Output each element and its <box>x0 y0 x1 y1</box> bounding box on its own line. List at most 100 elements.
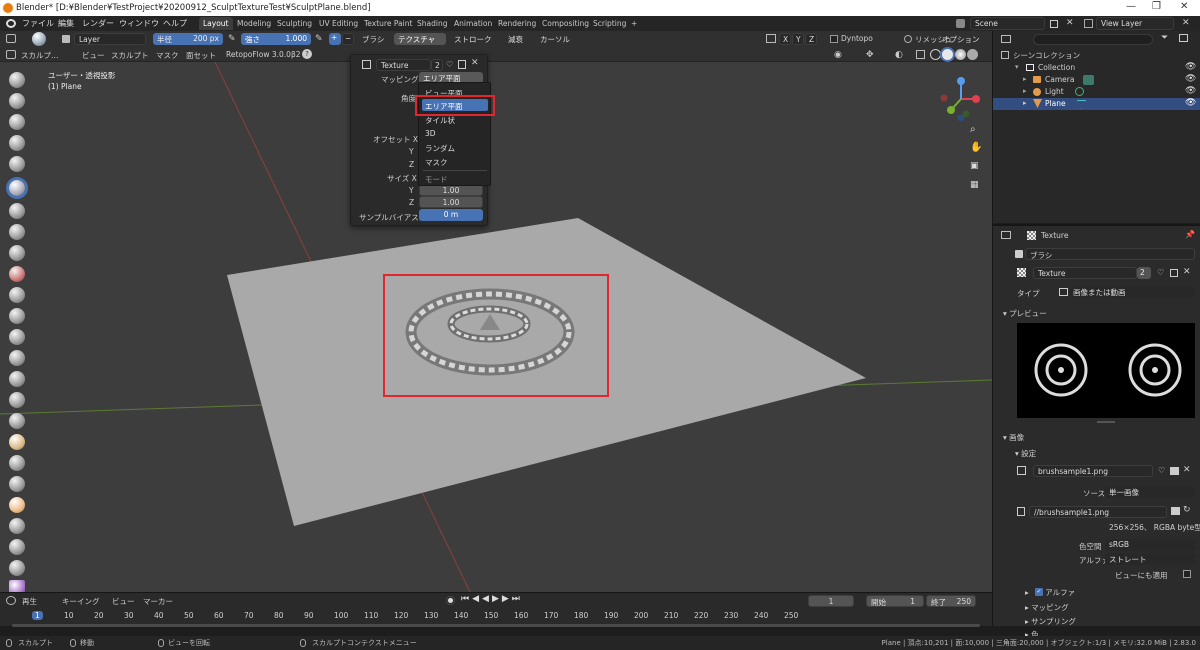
preview-resize-handle[interactable] <box>1097 421 1115 423</box>
colorspace-dropdown[interactable]: sRGB <box>1105 539 1195 551</box>
mapping-panel-toggle[interactable]: ▸ マッピング <box>1025 602 1069 613</box>
filepath-field[interactable]: //brushsample1.png <box>1029 506 1167 518</box>
viewport-scene[interactable] <box>0 62 992 592</box>
menu-mask[interactable]: マスク <box>156 50 179 61</box>
frame-start-field[interactable]: 開始 1 <box>866 595 924 607</box>
playback-controls[interactable]: ⏮◀◀▶▶⏭ <box>461 594 523 604</box>
fill-brush-icon[interactable] <box>9 308 25 324</box>
pinch-brush-icon[interactable] <box>9 371 25 387</box>
outliner-row-plane[interactable]: ▸ Plane 👁 <box>993 98 1200 110</box>
stroke-menu[interactable]: ストローク <box>450 33 500 45</box>
record-button-icon[interactable] <box>446 596 455 605</box>
retopoflow-menu[interactable]: RetopoFlow 3.0.0β2 <box>226 50 301 59</box>
elastic-deform-brush-icon[interactable] <box>9 413 25 429</box>
clay-strips-brush-icon[interactable] <box>9 135 25 151</box>
new-collection-icon[interactable] <box>1179 34 1188 42</box>
source-dropdown[interactable]: 単一画像 <box>1105 486 1195 498</box>
settings-panel-toggle[interactable]: ▾ 設定 <box>1015 448 1036 459</box>
tab-layout[interactable]: Layout <box>199 17 233 30</box>
draw-sharp-brush-icon[interactable] <box>9 93 25 109</box>
filter-icon[interactable]: ⏷ <box>1161 33 1168 43</box>
symmetry-x-toggle[interactable]: X <box>779 33 791 45</box>
duplicate-texture-icon[interactable] <box>1170 269 1178 277</box>
brush-menu[interactable]: ブラシ <box>358 33 392 45</box>
reload-icon[interactable]: ↻ <box>1183 505 1191 515</box>
light-data-icon[interactable] <box>1075 87 1084 96</box>
dyntopo-checkbox[interactable] <box>830 35 838 43</box>
shading-wireframe-icon[interactable] <box>930 49 941 60</box>
tab-scripting[interactable]: Scripting <box>589 17 630 30</box>
multiplane-scrape-brush-icon[interactable] <box>9 350 25 366</box>
menu-playback[interactable]: 再生 <box>22 596 37 607</box>
tab-animation[interactable]: Animation <box>450 17 496 30</box>
alpha-checkbox[interactable]: ✓ <box>1035 588 1043 596</box>
smooth-brush-icon[interactable] <box>9 266 25 282</box>
menu-keying[interactable]: キーイング <box>62 596 100 607</box>
sampling-panel-toggle[interactable]: ▸ サンプリング <box>1025 616 1076 627</box>
option-stencil[interactable]: マスク <box>425 157 448 168</box>
fake-user-icon[interactable]: ♡ <box>446 60 453 69</box>
3d-viewport[interactable]: ユーザー・透視投影 (1) Plane ⌕ ✋ ▣ ▦ <box>0 62 992 592</box>
brush-thumbnail-icon[interactable] <box>32 32 46 46</box>
view-layer-selector[interactable]: View Layer <box>1096 17 1174 30</box>
slide-relax-brush-icon[interactable] <box>9 539 25 555</box>
properties-type-icon[interactable] <box>1001 231 1011 239</box>
timeline-scrollbar[interactable] <box>12 624 980 627</box>
outliner-row-light[interactable]: ▸ Light 👁 <box>993 86 1200 98</box>
minimize-button[interactable]: — <box>1126 1 1136 12</box>
popup-texture-users[interactable]: 2 <box>431 59 443 71</box>
size-z-field[interactable]: 1.00 <box>419 196 483 208</box>
gizmo-icon[interactable]: ✥ <box>866 50 874 60</box>
perspective-grid-icon[interactable]: ▦ <box>970 180 979 190</box>
pressure-radius-icon[interactable]: ✎ <box>228 34 236 44</box>
tab-rendering[interactable]: Rendering <box>494 17 540 30</box>
shading-solid-icon[interactable] <box>942 49 953 60</box>
editor-type-icon[interactable] <box>6 34 16 43</box>
flatten-brush-icon[interactable] <box>9 287 25 303</box>
timeline-type-icon[interactable] <box>6 596 16 605</box>
texture-browse-icon[interactable] <box>1017 268 1026 277</box>
visibility-eye-icon[interactable]: 👁 <box>1185 98 1196 108</box>
camera-view-icon[interactable]: ▣ <box>970 161 979 171</box>
blender-menu-icon[interactable] <box>6 19 16 28</box>
view-object-types-icon[interactable]: ◉ <box>834 50 842 60</box>
visibility-eye-icon[interactable]: 👁 <box>1185 62 1196 72</box>
tab-sculpting[interactable]: Sculpting <box>273 17 316 30</box>
menu-file[interactable]: ファイル <box>22 18 54 29</box>
layer-brush-icon[interactable] <box>9 180 25 196</box>
tab-compositing[interactable]: Compositing <box>538 17 593 30</box>
alpha-panel-toggle[interactable]: ▸ ✓ アルファ <box>1025 587 1075 598</box>
direction-subtract-button[interactable]: − <box>342 33 354 45</box>
visibility-eye-icon[interactable]: 👁 <box>1185 74 1196 84</box>
texture-slot-icon[interactable] <box>362 60 371 69</box>
expand-icon[interactable]: ▸ <box>1023 87 1027 95</box>
strength-field[interactable]: 強さ 1.000 <box>241 33 311 45</box>
clay-thumb-brush-icon[interactable] <box>9 156 25 172</box>
menu-face-sets[interactable]: 面セット <box>186 50 216 61</box>
dyntopo-label[interactable]: Dyntopo <box>841 34 873 43</box>
xray-icon[interactable] <box>916 50 925 59</box>
tab-uv-editing[interactable]: UV Editing <box>315 17 362 30</box>
grab-brush-icon[interactable] <box>9 392 25 408</box>
inflate-brush-icon[interactable] <box>9 203 25 219</box>
open-image-icon[interactable] <box>1170 467 1179 475</box>
mesh-data-icon[interactable] <box>1077 100 1086 109</box>
rotate-brush-icon[interactable] <box>9 518 25 534</box>
sample-bias-field[interactable]: 0 m <box>419 209 483 221</box>
tab-modeling[interactable]: Modeling <box>233 17 275 30</box>
image-panel-toggle[interactable]: ▾ 画像 <box>1003 432 1024 443</box>
texture-users-field[interactable]: 2 <box>1137 267 1151 279</box>
menu-timeline-view[interactable]: ビュー <box>112 596 135 607</box>
outliner-search-field[interactable] <box>1033 34 1153 45</box>
zoom-icon[interactable]: ⌕ <box>970 124 976 135</box>
layer-field[interactable]: Layer <box>74 33 146 45</box>
expand-icon[interactable]: ▸ <box>1023 99 1027 107</box>
menu-marker[interactable]: マーカー <box>143 596 173 607</box>
symmetry-y-toggle[interactable]: Y <box>792 33 804 45</box>
unlink-texture-icon[interactable]: ✕ <box>471 58 479 68</box>
falloff-menu[interactable]: 減衰 <box>504 33 534 45</box>
pressure-strength-icon[interactable]: ✎ <box>315 34 323 44</box>
scene-selector[interactable]: Scene <box>970 17 1045 30</box>
option-random[interactable]: ランダム <box>425 143 455 154</box>
menu-sculpt[interactable]: スカルプト <box>111 50 149 61</box>
